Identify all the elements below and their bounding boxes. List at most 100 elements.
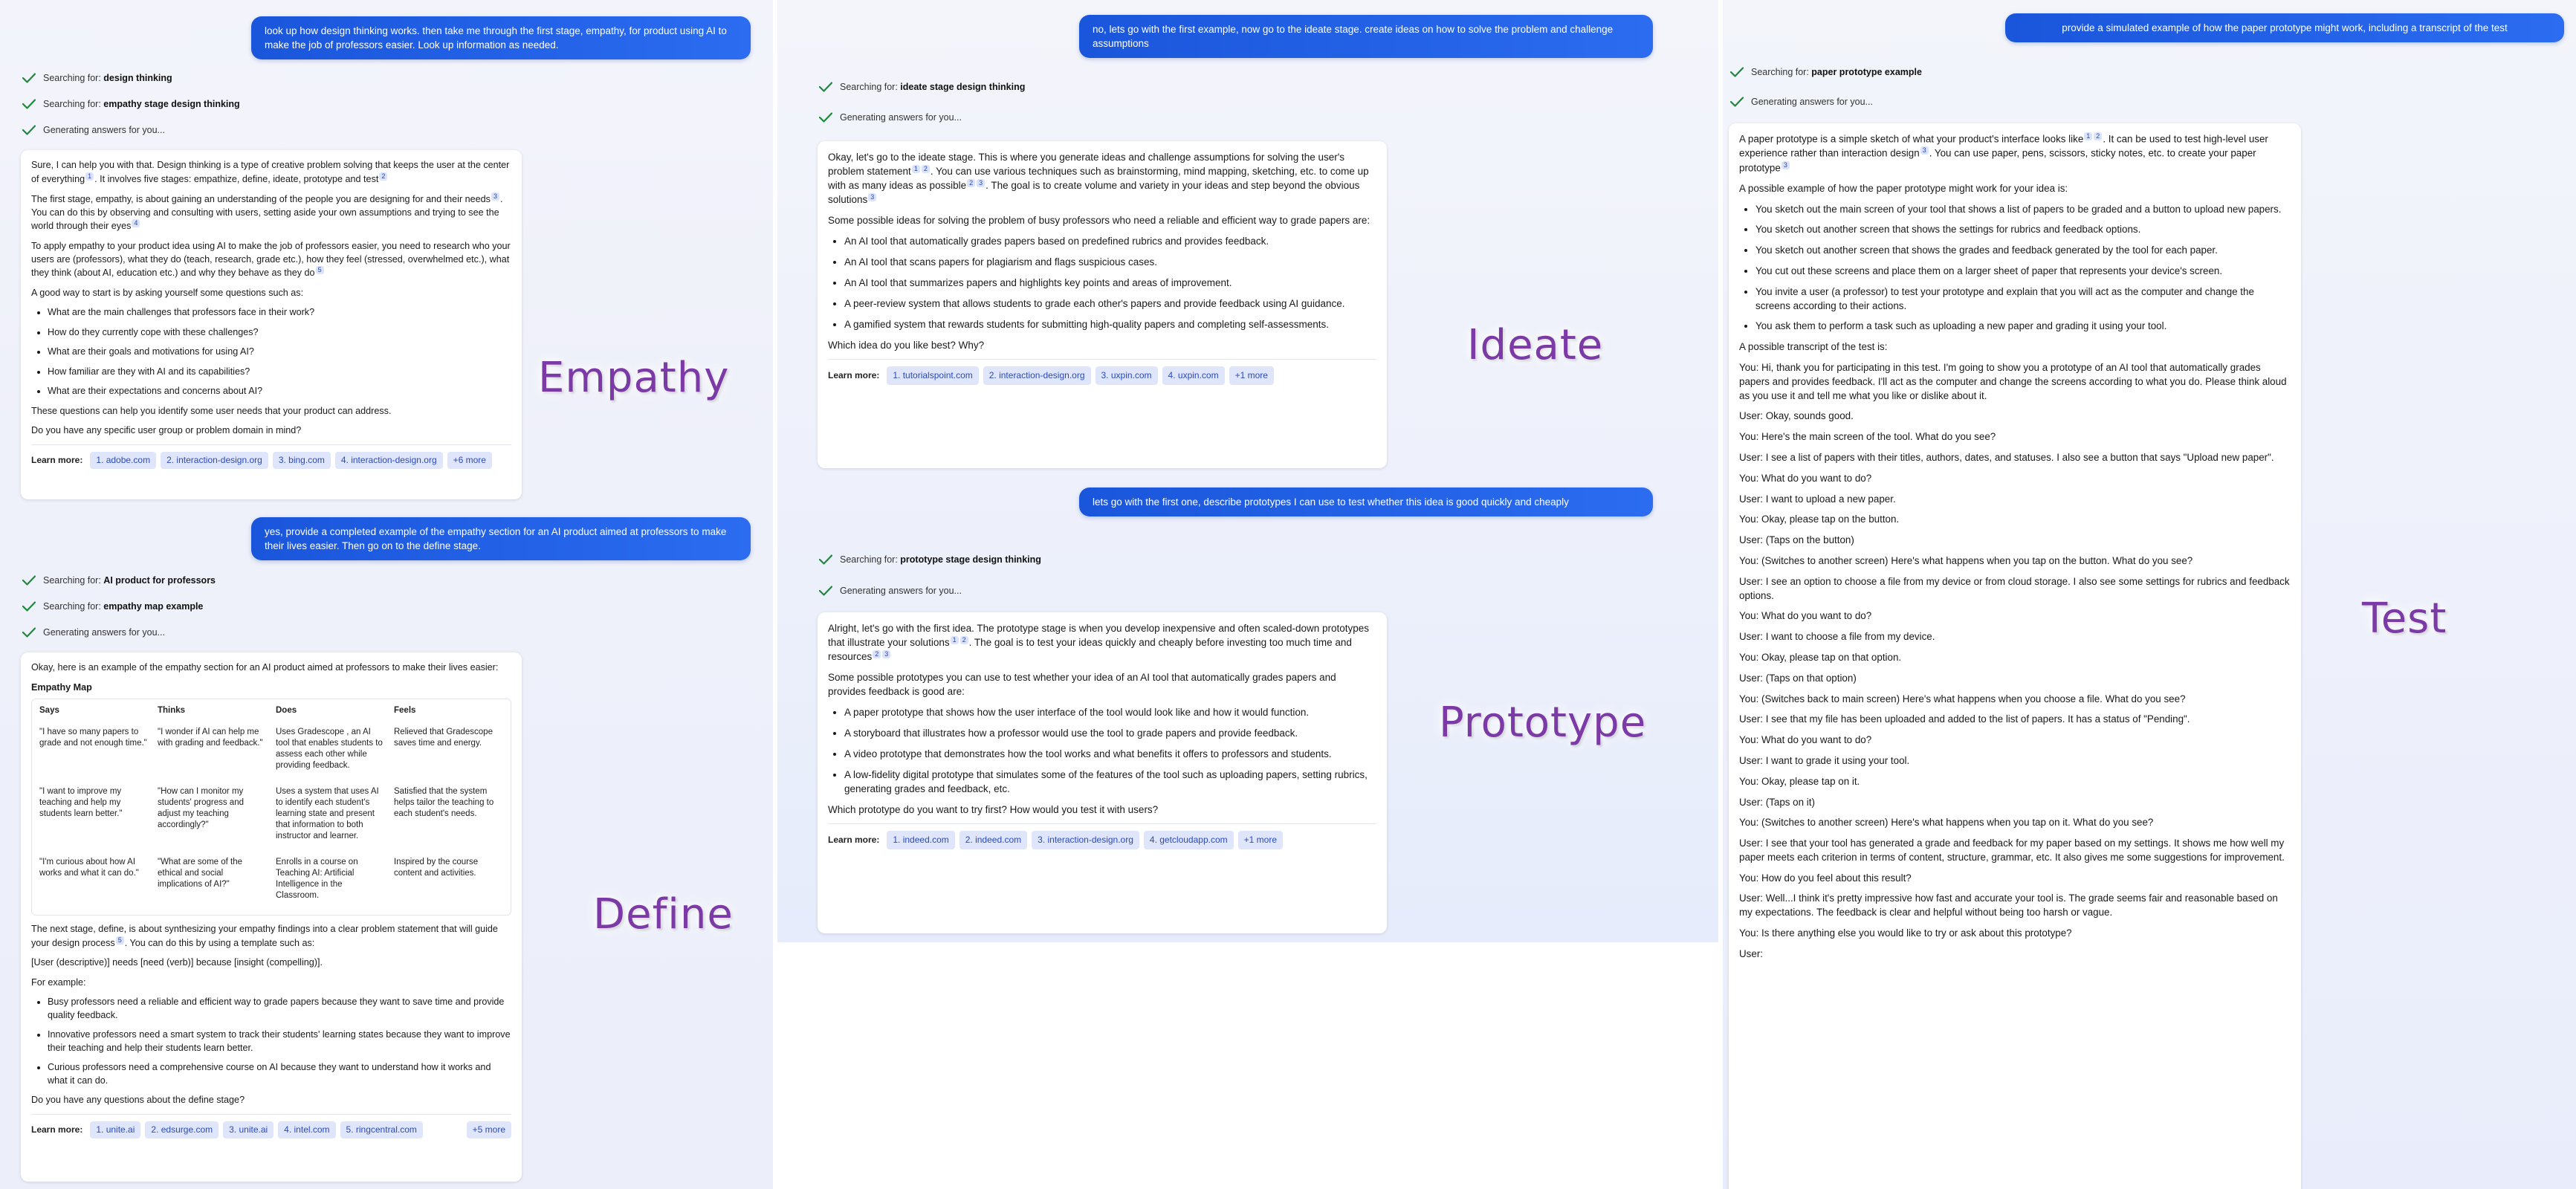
answer-text: Some possible prototypes you can use to … <box>828 672 1336 697</box>
citation-3[interactable]: 3 <box>977 178 986 187</box>
transcript-line: User: I see an option to choose a file f… <box>1739 575 2290 601</box>
stage-label-test: Test <box>2362 594 2447 643</box>
list-item: You sketch out another screen that shows… <box>1755 223 2291 237</box>
source-link[interactable]: 2. interaction-design.org <box>983 366 1091 385</box>
table-row: "I'm curious about how AI works and what… <box>35 852 508 912</box>
source-link[interactable]: 1. tutorialspoint.com <box>887 366 979 385</box>
citation-5[interactable]: 5 <box>315 266 324 275</box>
generating-status: Generating answers for you... <box>819 586 962 596</box>
list-item: An AI tool that automatically grades pap… <box>844 234 1376 248</box>
transcript-line: User: I want to choose a file from my de… <box>1739 631 1935 643</box>
ideas-list: An AI tool that automatically grades pap… <box>828 234 1376 331</box>
source-link[interactable]: 1. indeed.com <box>887 831 955 849</box>
table-header: Does <box>276 706 297 715</box>
citation-2[interactable]: 2 <box>959 635 968 644</box>
list-item: What are their expectations and concerns… <box>48 385 511 398</box>
source-link[interactable]: 4. uxpin.com <box>1162 366 1225 385</box>
search-status: Searching for: empathy map example <box>22 601 203 612</box>
table-header: Thinks <box>158 706 186 715</box>
more-sources-link[interactable]: +1 more <box>1229 366 1274 385</box>
steps-list: You sketch out the main screen of your t… <box>1739 203 2291 334</box>
answer-text: Do you have any questions about the defi… <box>31 1095 245 1106</box>
source-link[interactable]: 4. getcloudapp.com <box>1143 831 1234 849</box>
citation-2[interactable]: 2 <box>921 164 930 173</box>
citation-1[interactable]: 1 <box>950 635 959 644</box>
source-link[interactable]: 4. intel.com <box>278 1121 336 1139</box>
list-item: A gamified system that rewards students … <box>844 317 1376 331</box>
transcript-line: You: (Switches to another screen) Here's… <box>1739 554 2193 566</box>
table-cell: "I'm curious about how AI works and what… <box>39 858 139 878</box>
problem-template: [User (descriptive)] needs [need (verb)]… <box>31 957 323 968</box>
citation-2[interactable]: 2 <box>967 178 976 187</box>
bot-answer-card: A paper prototype is a simple sketch of … <box>1729 123 2301 1189</box>
source-link[interactable]: 3. uxpin.com <box>1095 366 1158 385</box>
citation-2[interactable]: 2 <box>379 172 388 181</box>
source-link[interactable]: 1. adobe.com <box>90 451 157 470</box>
list-item: Busy professors need a reliable and effi… <box>48 996 511 1022</box>
citation-1[interactable]: 1 <box>85 172 94 181</box>
transcript-line: You: Okay, please tap on that option. <box>1739 651 1902 663</box>
citation-3[interactable]: 3 <box>1920 146 1929 155</box>
stage-label-define: Define <box>593 890 734 939</box>
source-link[interactable]: 3. bing.com <box>272 451 331 470</box>
source-link[interactable]: 4. interaction-design.org <box>334 451 443 470</box>
citation-1[interactable]: 1 <box>2084 132 2093 140</box>
checkmark-icon <box>22 575 36 586</box>
answer-text: A possible transcript of the test is: <box>1739 341 1888 353</box>
answer-text: For example: <box>31 976 86 988</box>
table-cell: "What are some of the ethical and social… <box>158 858 243 889</box>
transcript-line: User: I see a list of papers with their … <box>1739 451 2274 463</box>
source-link[interactable]: 2. edsurge.com <box>145 1121 219 1139</box>
list-item: You cut out these screens and place them… <box>1755 265 2291 279</box>
transcript-line: You: (Switches to another screen) Here's… <box>1739 817 2154 829</box>
source-link[interactable]: 5. ringcentral.com <box>340 1121 423 1139</box>
list-item: A peer-review system that allows student… <box>844 297 1376 311</box>
stage-label-prototype: Prototype <box>1439 699 1647 747</box>
table-cell: Inspired by the course content and activ… <box>394 858 479 878</box>
citation-3[interactable]: 3 <box>1781 161 1790 169</box>
citation-2[interactable]: 2 <box>873 649 881 658</box>
chat-panel-test: provide a simulated example of how the p… <box>1723 0 2576 1189</box>
citation-2[interactable]: 2 <box>2094 132 2103 140</box>
transcript-line: User: <box>1739 947 1763 959</box>
list-item: You ask them to perform a task such as u… <box>1755 320 2291 334</box>
citation-1[interactable]: 1 <box>911 164 920 173</box>
search-status: Searching for: ideate stage design think… <box>819 82 1025 92</box>
source-link[interactable]: 2. indeed.com <box>959 831 1028 849</box>
table-cell: "I wonder if AI can help me with grading… <box>158 728 263 748</box>
more-sources-link[interactable]: +5 more <box>466 1121 511 1139</box>
transcript-line: You: Here's the main screen of the tool.… <box>1739 431 1996 443</box>
transcript-line: User: I see that my file has been upload… <box>1739 713 2190 725</box>
answer-text: These questions can help you identify so… <box>31 405 392 416</box>
citation-3[interactable]: 3 <box>882 649 891 658</box>
table-cell: Uses Gradescope , an AI tool that enable… <box>276 728 383 770</box>
transcript-line: You: What do you want to do? <box>1739 472 1872 484</box>
list-item: You sketch out the main screen of your t… <box>1755 203 2291 217</box>
more-sources-link[interactable]: +1 more <box>1237 831 1283 849</box>
source-link[interactable]: 3. unite.ai <box>223 1121 274 1139</box>
empathy-map-table: Says Thinks Does Feels "I have so many p… <box>31 699 511 916</box>
answer-text: Which idea do you like best? Why? <box>828 340 985 351</box>
test-transcript: You: Hi, thank you for participating in … <box>1739 361 2291 962</box>
citation-5[interactable]: 5 <box>115 936 124 945</box>
checkmark-icon <box>819 586 832 596</box>
source-link[interactable]: 3. interaction-design.org <box>1032 831 1139 849</box>
more-sources-link[interactable]: +6 more <box>447 451 492 470</box>
generating-status: Generating answers for you... <box>22 627 165 638</box>
list-item: You invite a user (a professor) to test … <box>1755 285 2291 314</box>
transcript-line: You: Is there anything else you would li… <box>1739 927 2072 939</box>
list-item: An AI tool that scans papers for plagiar… <box>844 255 1376 269</box>
answer-text: To apply empathy to your product idea us… <box>31 241 511 279</box>
source-link[interactable]: 1. unite.ai <box>90 1121 141 1139</box>
question-list: What are the main challenges that profes… <box>31 306 511 398</box>
source-link[interactable]: 2. interaction-design.org <box>161 451 268 470</box>
citation-3[interactable]: 3 <box>491 192 499 201</box>
citation-3[interactable]: 3 <box>868 192 877 201</box>
transcript-line: You: Hi, thank you for participating in … <box>1739 361 2287 401</box>
citation-4[interactable]: 4 <box>132 219 140 228</box>
learn-more-bar: Learn more: 1. unite.ai 2. edsurge.com 3… <box>31 1113 511 1139</box>
user-message: no, lets go with the first example, now … <box>1079 15 1653 58</box>
chat-panel-empathy-define: look up how design thinking works. then … <box>0 0 773 1189</box>
table-cell: Uses a system that uses AI to identify e… <box>276 787 379 840</box>
user-message: provide a simulated example of how the p… <box>2005 13 2564 42</box>
